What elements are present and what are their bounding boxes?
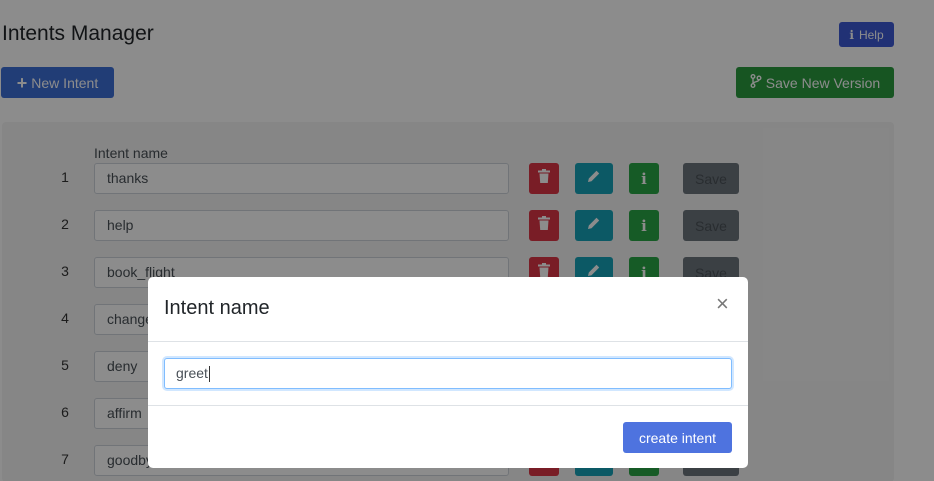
text-caret xyxy=(208,366,210,383)
intent-name-field-value: greet xyxy=(176,365,208,381)
intent-name-field[interactable]: greet xyxy=(164,358,732,389)
intent-name-modal: Intent name × greet create intent xyxy=(148,277,748,468)
modal-body: greet xyxy=(148,342,748,406)
modal-header: Intent name × xyxy=(148,277,748,342)
modal-title: Intent name xyxy=(164,297,270,319)
create-intent-button[interactable]: create intent xyxy=(623,422,732,453)
close-icon[interactable]: × xyxy=(716,293,729,315)
